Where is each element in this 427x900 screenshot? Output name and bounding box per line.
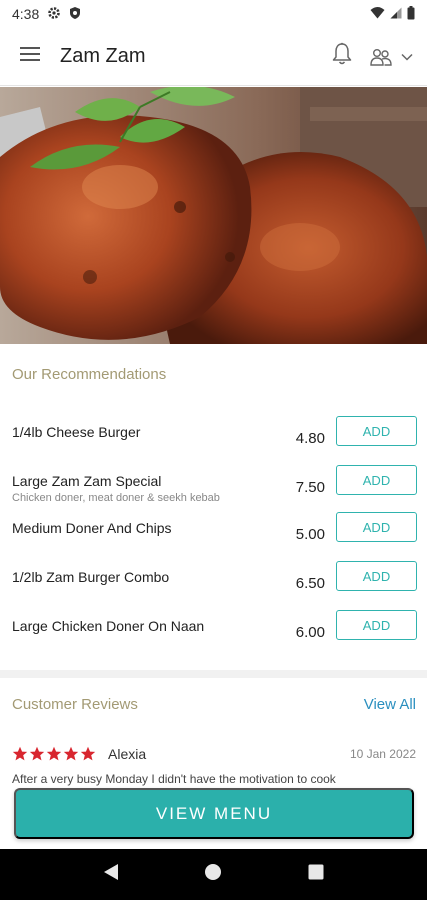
status-time: 4:38 — [12, 6, 40, 22]
reviewer-name: Alexia — [108, 746, 147, 762]
star-icon — [63, 746, 79, 761]
menu-item-price: 5.00 — [295, 526, 325, 543]
add-button[interactable]: ADD — [336, 465, 417, 495]
hamburger-menu-icon[interactable] — [20, 46, 40, 67]
menu-item: 1/2lb Zam Burger Combo 6.50 ADD — [0, 561, 427, 609]
notification-bell-icon[interactable] — [331, 42, 353, 71]
menu-item-name: Large Zam Zam Special — [12, 473, 162, 489]
menu-item-price: 4.80 — [295, 430, 325, 447]
section-divider — [0, 670, 427, 678]
recents-icon[interactable] — [308, 864, 324, 885]
star-icon — [12, 746, 28, 761]
menu-item-name: Medium Doner And Chips — [12, 520, 172, 536]
add-button[interactable]: ADD — [336, 416, 417, 446]
menu-item-price: 6.00 — [295, 624, 325, 641]
recommendations-title: Our Recommendations — [12, 366, 167, 383]
star-icon — [46, 746, 62, 761]
app-bar: Zam Zam — [0, 28, 427, 86]
menu-item-price: 7.50 — [295, 479, 325, 496]
menu-item: Large Zam Zam Special Chicken doner, mea… — [0, 465, 427, 513]
reviews-title: Customer Reviews — [12, 696, 138, 713]
signal-icon — [390, 6, 402, 22]
add-button[interactable]: ADD — [336, 561, 417, 591]
add-button[interactable]: ADD — [336, 610, 417, 640]
view-menu-button[interactable]: VIEW MENU — [14, 788, 414, 839]
shield-icon — [69, 6, 81, 23]
star-icon — [80, 746, 96, 761]
page-title: Zam Zam — [60, 45, 146, 67]
recommendations-section: Our Recommendations 1/4lb Cheese Burger … — [0, 344, 427, 670]
wifi-icon — [370, 6, 385, 22]
hero-food-image — [0, 87, 427, 344]
star-icon — [29, 746, 45, 761]
menu-item: 1/4lb Cheese Burger 4.80 ADD — [0, 416, 427, 464]
review-text: After a very busy Monday I didn't have t… — [12, 772, 336, 786]
menu-item: Medium Doner And Chips 5.00 ADD — [0, 512, 427, 560]
menu-item-name: 1/2lb Zam Burger Combo — [12, 569, 170, 585]
chevron-down-icon — [401, 53, 413, 61]
menu-item-name: 1/4lb Cheese Burger — [12, 424, 141, 440]
review-header: Alexia 10 Jan 2022 — [12, 744, 416, 764]
back-icon[interactable] — [103, 863, 119, 886]
menu-item: Large Chicken Doner On Naan 6.00 ADD — [0, 610, 427, 658]
account-switch-icon[interactable] — [369, 48, 413, 66]
view-all-reviews-link[interactable]: View All — [364, 696, 416, 713]
home-icon[interactable] — [204, 863, 222, 886]
battery-icon — [407, 5, 415, 23]
system-nav-bar — [0, 849, 427, 900]
menu-item-description: Chicken doner, meat doner & seekh kebab — [12, 492, 220, 504]
customer-reviews-section: Customer Reviews View All Alexia 10 Jan … — [0, 678, 427, 788]
star-rating — [12, 746, 96, 762]
settings-gear-icon — [47, 6, 61, 23]
menu-item-name: Large Chicken Doner On Naan — [12, 618, 205, 634]
status-bar: 4:38 — [0, 0, 427, 28]
review-date: 10 Jan 2022 — [349, 747, 416, 761]
menu-item-price: 6.50 — [295, 575, 325, 592]
add-button[interactable]: ADD — [336, 512, 417, 542]
